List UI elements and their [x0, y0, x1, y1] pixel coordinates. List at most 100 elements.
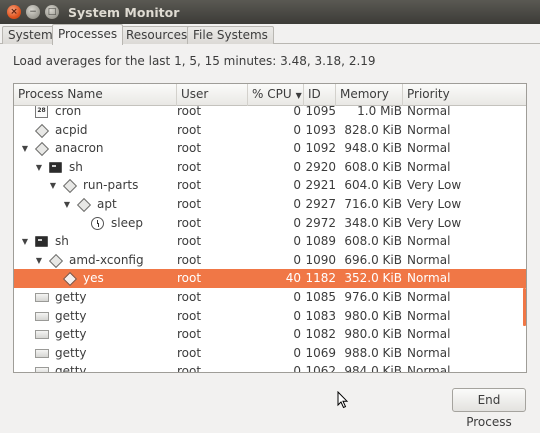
process-cpu: 0 — [293, 215, 301, 230]
column-header-cpu[interactable]: % CPU ▼ — [248, 84, 304, 106]
process-name: amd-xconfig — [69, 252, 144, 267]
process-priority: Normal — [407, 122, 451, 137]
process-user: root — [177, 271, 202, 286]
expander-arrow-icon[interactable]: ▼ — [20, 139, 30, 158]
process-cpu: 0 — [293, 178, 301, 193]
process-id: 2972 — [305, 215, 336, 230]
process-memory: 348.0 KiB — [344, 215, 402, 230]
table-row[interactable]: sleep root 0 2972 348.0 KiB Very Low — [14, 214, 526, 233]
process-cpu: 0 — [293, 290, 301, 304]
window-icon — [35, 348, 49, 358]
close-window-icon[interactable]: × — [7, 5, 21, 19]
process-user: root — [177, 106, 202, 118]
process-user: root — [177, 141, 202, 156]
column-header-user[interactable]: User — [177, 84, 248, 106]
minimize-window-icon[interactable]: − — [26, 5, 40, 19]
process-memory: 980.0 KiB — [344, 327, 402, 342]
calendar-icon: 28 — [35, 106, 48, 118]
table-row[interactable]: ▼ run-parts root 0 2921 604.0 KiB Very Low — [14, 176, 526, 195]
process-cpu: 0 — [293, 234, 301, 249]
tab-system[interactable]: System — [2, 26, 59, 44]
window-icon — [35, 293, 49, 302]
process-memory: 988.0 KiB — [344, 345, 402, 360]
process-id: 1083 — [305, 308, 336, 323]
process-cpu: 40 — [285, 271, 301, 286]
process-id: 2927 — [305, 197, 336, 211]
process-name: sleep — [111, 215, 143, 230]
title-bar: × − □ System Monitor — [0, 0, 540, 24]
process-cpu: 0 — [293, 345, 301, 360]
expander-arrow-icon[interactable]: ▼ — [34, 251, 44, 270]
diamond-icon — [63, 179, 76, 192]
table-row[interactable]: yes root 40 1182 352.0 KiB Normal — [14, 269, 526, 289]
table-row[interactable]: ▼ anacron root 0 1092 948.0 KiB Normal — [14, 139, 526, 158]
diamond-icon — [77, 198, 90, 211]
diamond-icon — [35, 124, 48, 137]
expander-arrow-icon[interactable]: ▼ — [48, 176, 58, 195]
process-user: root — [177, 364, 202, 373]
end-process-button[interactable]: End Process — [452, 388, 526, 429]
column-header-process-name[interactable]: Process Name — [14, 84, 177, 106]
table-row[interactable]: ▼ amd-xconfig root 0 1090 696.0 KiB Normal — [14, 251, 526, 270]
column-header-priority[interactable]: Priority — [403, 84, 526, 106]
process-memory: 948.0 KiB — [344, 141, 402, 156]
terminal-icon — [49, 161, 62, 173]
scroll-indicator[interactable] — [523, 288, 526, 326]
process-user: root — [177, 327, 202, 342]
process-memory: 352.0 KiB — [344, 271, 402, 286]
process-memory: 696.0 KiB — [344, 252, 402, 267]
process-memory: 604.0 KiB — [344, 178, 402, 193]
diamond-icon — [35, 142, 48, 155]
process-user: root — [177, 122, 202, 137]
expander-arrow-icon[interactable]: ▼ — [34, 158, 44, 177]
process-priority: Normal — [407, 234, 451, 249]
column-header-id[interactable]: ID — [304, 84, 336, 106]
table-row[interactable]: getty root 0 1085 976.0 KiB Normal — [14, 288, 526, 307]
process-id: 2921 — [305, 178, 336, 193]
table-row[interactable]: ▼ sh root 0 1089 608.0 KiB Normal — [14, 232, 526, 251]
column-header-memory[interactable]: Memory — [336, 84, 403, 106]
process-id: 1089 — [305, 234, 336, 249]
process-user: root — [177, 178, 202, 193]
process-id: 1090 — [305, 252, 336, 267]
process-cpu: 0 — [293, 141, 301, 156]
process-priority: Normal — [407, 141, 451, 156]
process-priority: Normal — [407, 345, 451, 360]
process-user: root — [177, 308, 202, 323]
process-name: apt — [97, 197, 117, 211]
window-icon — [35, 311, 49, 321]
clock-icon — [91, 216, 104, 230]
process-priority: Normal — [407, 308, 451, 323]
process-id: 2920 — [305, 159, 336, 174]
expander-arrow-icon[interactable]: ▼ — [62, 195, 72, 214]
tab-file-systems[interactable]: File Systems — [187, 26, 274, 44]
process-name: acpid — [55, 122, 88, 137]
process-name: getty — [55, 327, 87, 342]
table-row[interactable]: 28 cron root 0 1095 1.0 MiB Normal — [14, 106, 526, 121]
process-memory: 980.0 KiB — [344, 308, 402, 323]
table-row[interactable]: getty root 0 1062 984.0 KiB Normal — [14, 362, 526, 373]
process-table[interactable]: Process Name User % CPU ▼ ID Memory Prior… — [13, 83, 527, 373]
table-row[interactable]: acpid root 0 1093 828.0 KiB Normal — [14, 121, 526, 140]
expander-arrow-icon[interactable]: ▼ — [20, 232, 30, 251]
table-row[interactable]: getty root 0 1082 980.0 KiB Normal — [14, 325, 526, 344]
window-title: System Monitor — [68, 4, 180, 20]
process-priority: Normal — [407, 106, 451, 118]
process-cpu: 0 — [293, 122, 301, 137]
table-row[interactable]: ▼ sh root 0 2920 608.0 KiB Normal — [14, 158, 526, 177]
process-user: root — [177, 252, 202, 267]
process-name: getty — [55, 290, 87, 304]
process-id: 1093 — [305, 122, 336, 137]
table-row[interactable]: getty root 0 1083 980.0 KiB Normal — [14, 307, 526, 326]
tab-resources[interactable]: Resources — [120, 26, 194, 44]
table-row[interactable]: ▼ apt root 0 2927 716.0 KiB Very Low — [14, 195, 526, 214]
process-cpu: 0 — [293, 327, 301, 342]
sort-descending-icon: ▼ — [295, 91, 302, 100]
maximize-window-icon[interactable]: □ — [45, 5, 59, 19]
tab-processes[interactable]: Processes — [52, 24, 124, 45]
process-user: root — [177, 290, 202, 304]
table-row[interactable]: getty root 0 1069 988.0 KiB Normal — [14, 344, 526, 363]
